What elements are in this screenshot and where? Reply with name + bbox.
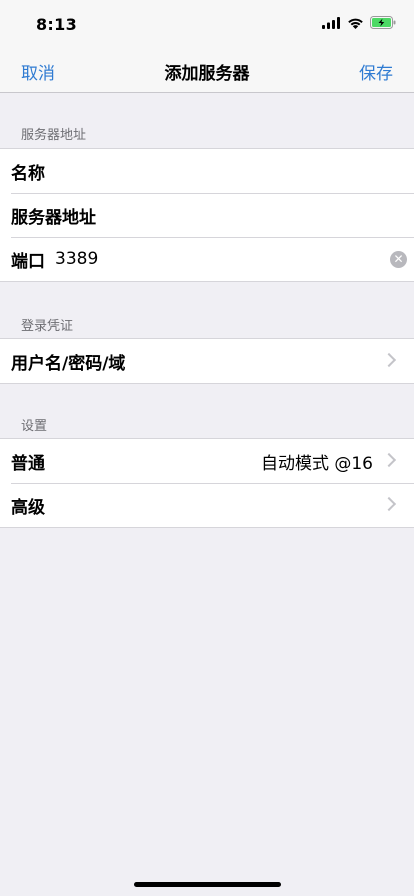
battery-icon (370, 16, 396, 29)
port-label: 端口 (11, 251, 45, 272)
wifi-icon (348, 18, 363, 29)
chevron-right-icon (381, 352, 397, 368)
save-button[interactable]: 保存 (359, 59, 393, 84)
page-title: 添加服务器 (164, 64, 250, 84)
server-address-field[interactable]: 服务器地址 (0, 193, 414, 237)
port-field[interactable]: 端口 3389 ✕ (0, 237, 414, 281)
status-time: 8:13 (36, 15, 77, 34)
general-settings-row[interactable]: 普通 自动模式 @16 (0, 439, 414, 483)
section-header-settings: 设置 (21, 419, 48, 434)
status-icons (322, 16, 396, 29)
name-label: 名称 (11, 163, 45, 184)
credentials-row[interactable]: 用户名/密码/域 (0, 339, 414, 383)
signal-icon (322, 16, 340, 29)
chevron-right-icon (381, 452, 397, 468)
clear-icon[interactable]: ✕ (390, 251, 407, 268)
home-indicator[interactable] (134, 882, 281, 887)
credentials-label: 用户名/密码/域 (11, 353, 126, 374)
chevron-right-icon (381, 496, 397, 512)
general-value: 自动模式 @16 (260, 453, 373, 474)
credentials-group: 用户名/密码/域 (0, 338, 414, 384)
name-field[interactable]: 名称 (0, 149, 414, 193)
port-value[interactable]: 3389 (55, 249, 98, 269)
settings-group: 普通 自动模式 @16 高级 (0, 438, 414, 528)
server-group: 名称 服务器地址 端口 3389 ✕ (0, 148, 414, 282)
server-address-label: 服务器地址 (11, 207, 96, 228)
status-bar: 8:13 (0, 0, 414, 48)
navbar: 取消 添加服务器 保存 (0, 48, 414, 93)
general-label: 普通 (11, 453, 45, 474)
section-header-server: 服务器地址 (21, 128, 87, 143)
section-header-credentials: 登录凭证 (21, 319, 74, 334)
advanced-settings-row[interactable]: 高级 (0, 483, 414, 527)
advanced-label: 高级 (11, 497, 45, 518)
